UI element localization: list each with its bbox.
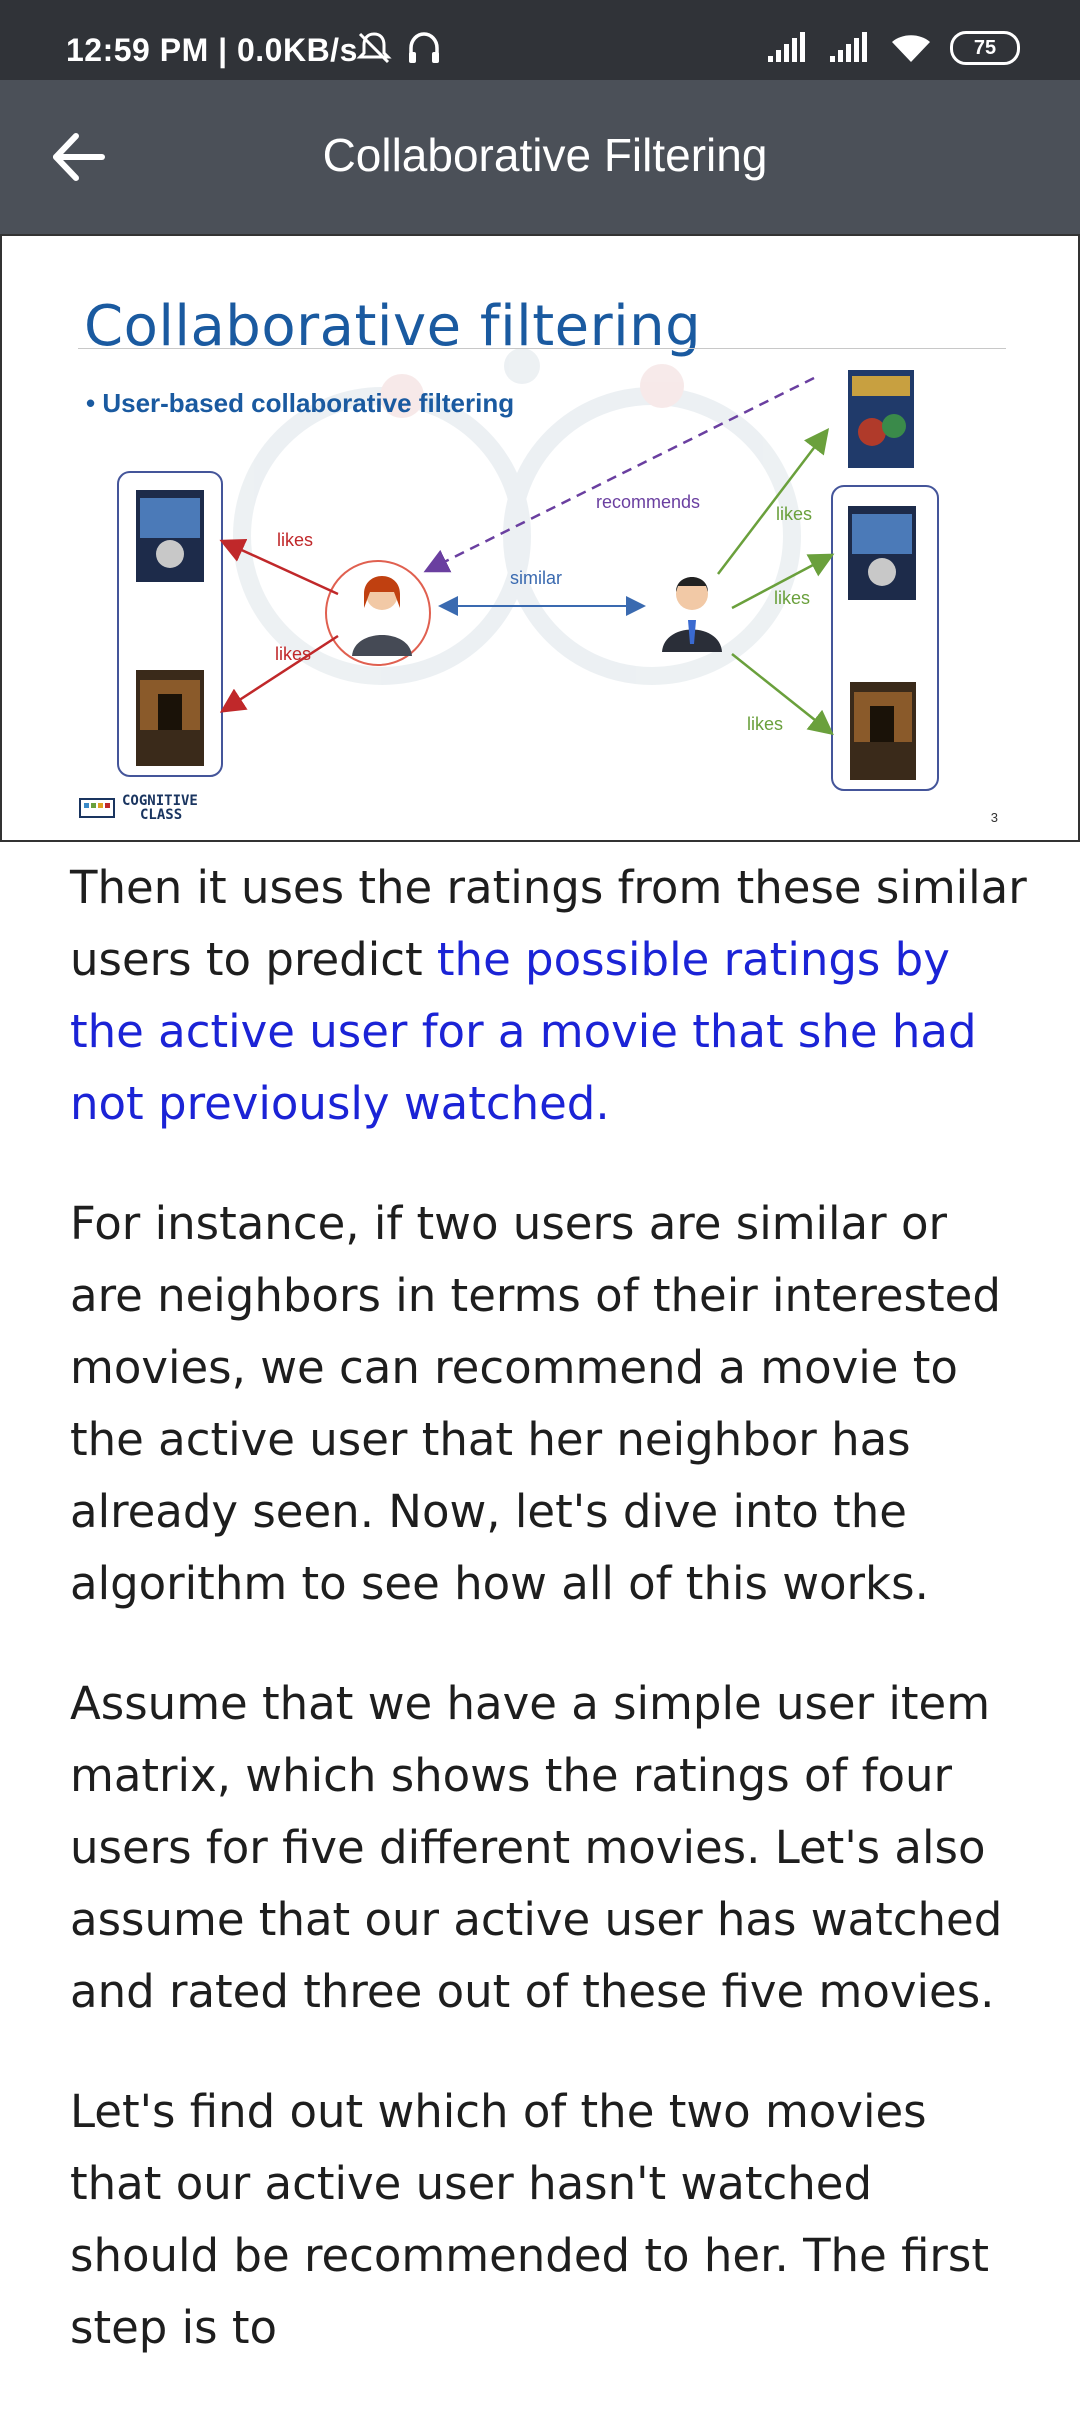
slide-image[interactable]: likes likes similar recommends likes lik… [0,234,1080,842]
active-user-avatar [325,560,431,666]
page-title: Collaborative Filtering [322,129,768,181]
likes-label-left-bottom: likes [275,644,311,664]
paragraph-1: Then it uses the ratings from these simi… [70,861,1027,1130]
status-bar: 12:59 PM | 0.0KB/s 75 [0,0,1080,80]
likes-label-left-top: likes [277,530,313,550]
logo-icon [79,798,115,818]
back-arrow-icon[interactable] [44,122,114,192]
similar-label: similar [510,568,562,588]
cognitive-class-logo: COGNITIVE CLASS [78,794,198,822]
recommends-label: recommends [596,492,700,512]
neighbor-user-avatar [662,577,722,652]
movie-poster-batman-left [136,670,204,766]
slide-title-divider [78,348,1006,349]
transcript-text: Then it uses the ratings from these simi… [70,852,1030,2412]
movie-poster-starwars-left [136,490,204,582]
headset-icon [409,32,439,63]
wifi-icon [892,35,930,62]
paragraph-4: Let's find out which of the two movies t… [70,2085,990,2354]
app-bar: Collaborative Filtering [0,80,1080,234]
likes-label-right-bottom: likes [747,714,783,734]
slide-page-number: 3 [990,810,998,825]
paragraph-2: For instance, if two users are similar o… [70,1197,1001,1610]
status-icons: 75 [766,28,1020,68]
slide-title: Collaborative filtering [84,294,702,359]
status-time: 12:59 PM | 0.0KB/s [66,32,358,68]
mute-icon [356,32,392,64]
signal-icon-2 [830,32,867,62]
battery-icon: 75 [950,31,1020,65]
paragraph-3: Assume that we have a simple user item m… [70,1677,1003,2018]
movie-poster-guardians [848,370,914,468]
likes-label-right-top: likes [776,504,812,524]
movie-poster-batman-right [850,682,916,780]
signal-icon [768,32,805,62]
movie-poster-starwars-right [848,506,916,600]
slide-bullet: • User-based collaborative filtering [86,388,515,418]
likes-label-right-middle: likes [774,588,810,608]
